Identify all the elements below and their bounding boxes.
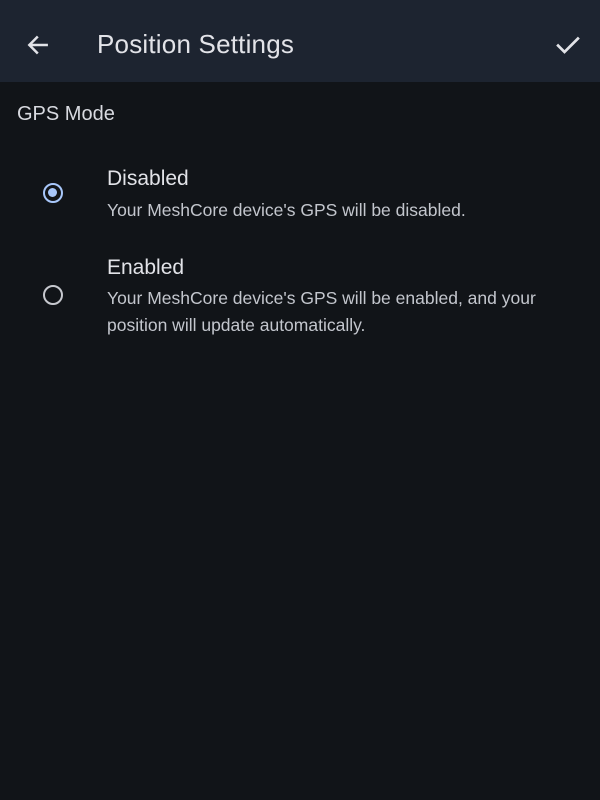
gps-option-enabled[interactable]: Enabled Your MeshCore device's GPS will … xyxy=(0,249,600,349)
option-description: Your MeshCore device's GPS will be enabl… xyxy=(107,288,536,335)
back-button[interactable] xyxy=(18,25,58,65)
app-bar: Position Settings xyxy=(0,0,600,82)
radio-disabled[interactable] xyxy=(43,183,63,203)
option-title: Enabled xyxy=(107,256,185,279)
radio-enabled[interactable] xyxy=(43,285,63,305)
check-icon xyxy=(556,36,580,54)
option-description: Your MeshCore device's GPS will be disab… xyxy=(107,200,466,220)
position-settings-screen: Position Settings GPS Mode Disabled Your… xyxy=(0,0,600,800)
save-button[interactable] xyxy=(548,25,588,65)
radio-selected-dot xyxy=(48,188,57,197)
gps-option-disabled[interactable]: Disabled Your MeshCore device's GPS will… xyxy=(0,160,600,236)
gps-mode-label: GPS Mode xyxy=(17,103,115,125)
option-title: Disabled xyxy=(107,167,189,190)
arrow-left-icon xyxy=(27,35,48,55)
page-title: Position Settings xyxy=(97,29,295,59)
